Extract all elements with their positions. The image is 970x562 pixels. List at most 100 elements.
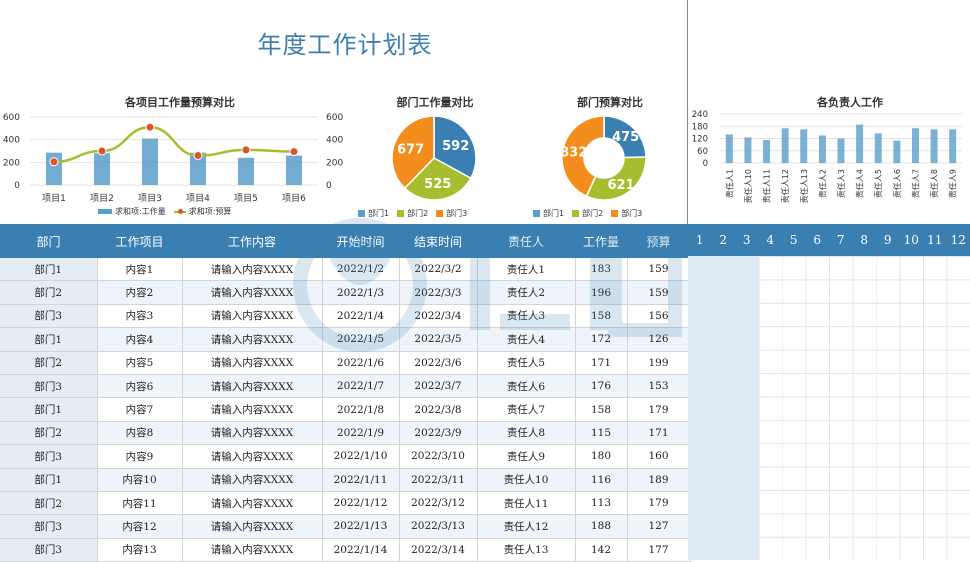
table-cell[interactable]: 127 bbox=[627, 515, 690, 538]
line-point[interactable] bbox=[50, 158, 58, 166]
table-cell[interactable]: 142 bbox=[575, 538, 627, 561]
table-cell[interactable]: 2022/3/14 bbox=[399, 538, 477, 561]
bar[interactable] bbox=[238, 158, 254, 185]
table-cell[interactable]: 请输入内容XXXX bbox=[182, 515, 322, 538]
table-cell[interactable]: 请输入内容XXXX bbox=[182, 328, 322, 351]
table-cell[interactable]: 176 bbox=[575, 374, 627, 397]
chart4-bar[interactable]: 240180120600责任人1责任人10责任人11责任人12责任人13责任人2… bbox=[690, 106, 970, 222]
table-cell[interactable]: 内容12 bbox=[97, 515, 182, 538]
table-cell[interactable]: 部门1 bbox=[0, 328, 97, 351]
bar[interactable] bbox=[744, 137, 751, 163]
table-cell[interactable]: 2022/3/5 bbox=[399, 328, 477, 351]
table-cell[interactable]: 请输入内容XXXX bbox=[182, 491, 322, 514]
table-cell[interactable]: 部门3 bbox=[0, 374, 97, 397]
chart1-bar-line[interactable]: 60060040040020020000项目1项目2项目3项目4项目5项目6 bbox=[0, 108, 360, 208]
table-cell[interactable]: 内容5 bbox=[97, 351, 182, 374]
table-cell[interactable]: 2022/1/4 bbox=[322, 304, 399, 327]
table-cell[interactable]: 责任人11 bbox=[477, 491, 575, 514]
table-cell[interactable]: 199 bbox=[627, 351, 690, 374]
table-cell[interactable]: 责任人7 bbox=[477, 398, 575, 421]
table-cell[interactable]: 158 bbox=[575, 398, 627, 421]
table-cell[interactable]: 责任人12 bbox=[477, 515, 575, 538]
table-cell[interactable]: 责任人13 bbox=[477, 538, 575, 561]
table-cell[interactable]: 115 bbox=[575, 421, 627, 444]
table-cell[interactable]: 责任人2 bbox=[477, 281, 575, 304]
bar[interactable] bbox=[94, 153, 110, 185]
table-cell[interactable]: 责任人1 bbox=[477, 258, 575, 281]
table-cell[interactable]: 内容4 bbox=[97, 328, 182, 351]
table-cell[interactable]: 部门2 bbox=[0, 421, 97, 444]
table-cell[interactable]: 内容9 bbox=[97, 445, 182, 468]
table-cell[interactable]: 内容3 bbox=[97, 304, 182, 327]
bar[interactable] bbox=[286, 156, 302, 185]
line-point[interactable] bbox=[146, 123, 154, 131]
table-cell[interactable]: 内容11 bbox=[97, 491, 182, 514]
table-cell[interactable]: 责任人4 bbox=[477, 328, 575, 351]
table-cell[interactable]: 内容1 bbox=[97, 258, 182, 281]
table-cell[interactable]: 责任人8 bbox=[477, 421, 575, 444]
table-cell[interactable]: 2022/1/14 bbox=[322, 538, 399, 561]
table-cell[interactable]: 179 bbox=[627, 398, 690, 421]
table-cell[interactable]: 部门3 bbox=[0, 304, 97, 327]
table-cell[interactable]: 2022/1/9 bbox=[322, 421, 399, 444]
table-cell[interactable]: 171 bbox=[575, 351, 627, 374]
table-cell[interactable]: 2022/3/7 bbox=[399, 374, 477, 397]
table-cell[interactable]: 158 bbox=[575, 304, 627, 327]
table-cell[interactable]: 2022/3/2 bbox=[399, 258, 477, 281]
table-cell[interactable]: 2022/1/7 bbox=[322, 374, 399, 397]
table-cell[interactable]: 内容2 bbox=[97, 281, 182, 304]
table-cell[interactable]: 2022/3/4 bbox=[399, 304, 477, 327]
table-cell[interactable]: 2022/3/9 bbox=[399, 421, 477, 444]
bar[interactable] bbox=[142, 139, 158, 185]
table-cell[interactable]: 171 bbox=[627, 421, 690, 444]
table-cell[interactable]: 部门1 bbox=[0, 398, 97, 421]
table-cell[interactable]: 请输入内容XXXX bbox=[182, 445, 322, 468]
table-cell[interactable]: 部门1 bbox=[0, 468, 97, 491]
bar[interactable] bbox=[838, 139, 845, 164]
table-cell[interactable]: 责任人9 bbox=[477, 445, 575, 468]
table-cell[interactable]: 2022/1/6 bbox=[322, 351, 399, 374]
bar[interactable] bbox=[800, 129, 807, 163]
bar[interactable] bbox=[782, 128, 789, 163]
table-cell[interactable]: 责任人3 bbox=[477, 304, 575, 327]
table-cell[interactable]: 196 bbox=[575, 281, 627, 304]
line-point[interactable] bbox=[242, 146, 250, 154]
table-cell[interactable]: 126 bbox=[627, 328, 690, 351]
table-cell[interactable]: 部门2 bbox=[0, 281, 97, 304]
table-cell[interactable]: 159 bbox=[627, 258, 690, 281]
bar[interactable] bbox=[949, 129, 956, 163]
bar[interactable] bbox=[875, 133, 882, 163]
table-cell[interactable]: 2022/1/12 bbox=[322, 491, 399, 514]
table-cell[interactable]: 189 bbox=[627, 468, 690, 491]
table-cell[interactable]: 内容8 bbox=[97, 421, 182, 444]
table-cell[interactable]: 2022/3/13 bbox=[399, 515, 477, 538]
table-cell[interactable]: 160 bbox=[627, 445, 690, 468]
table-cell[interactable]: 2022/1/2 bbox=[322, 258, 399, 281]
table-cell[interactable]: 部门2 bbox=[0, 351, 97, 374]
table-cell[interactable]: 183 bbox=[575, 258, 627, 281]
table-cell[interactable]: 部门3 bbox=[0, 445, 97, 468]
table-cell[interactable]: 内容10 bbox=[97, 468, 182, 491]
bar[interactable] bbox=[763, 140, 770, 163]
table-cell[interactable]: 2022/3/12 bbox=[399, 491, 477, 514]
table-cell[interactable]: 内容13 bbox=[97, 538, 182, 561]
line-point[interactable] bbox=[98, 147, 106, 155]
table-cell[interactable]: 156 bbox=[627, 304, 690, 327]
table-cell[interactable]: 2022/1/8 bbox=[322, 398, 399, 421]
table-cell[interactable]: 内容6 bbox=[97, 374, 182, 397]
table-cell[interactable]: 153 bbox=[627, 374, 690, 397]
table-cell[interactable]: 部门3 bbox=[0, 538, 97, 561]
table-cell[interactable]: 2022/3/8 bbox=[399, 398, 477, 421]
table-cell[interactable]: 请输入内容XXXX bbox=[182, 421, 322, 444]
table-cell[interactable]: 部门2 bbox=[0, 491, 97, 514]
table-cell[interactable]: 请输入内容XXXX bbox=[182, 351, 322, 374]
table-cell[interactable]: 部门1 bbox=[0, 258, 97, 281]
table-cell[interactable]: 2022/1/3 bbox=[322, 281, 399, 304]
table-cell[interactable]: 188 bbox=[575, 515, 627, 538]
table-cell[interactable]: 请输入内容XXXX bbox=[182, 374, 322, 397]
table-cell[interactable]: 2022/3/6 bbox=[399, 351, 477, 374]
table-cell[interactable]: 116 bbox=[575, 468, 627, 491]
table-cell[interactable]: 内容7 bbox=[97, 398, 182, 421]
table-cell[interactable]: 请输入内容XXXX bbox=[182, 538, 322, 561]
table-cell[interactable]: 180 bbox=[575, 445, 627, 468]
